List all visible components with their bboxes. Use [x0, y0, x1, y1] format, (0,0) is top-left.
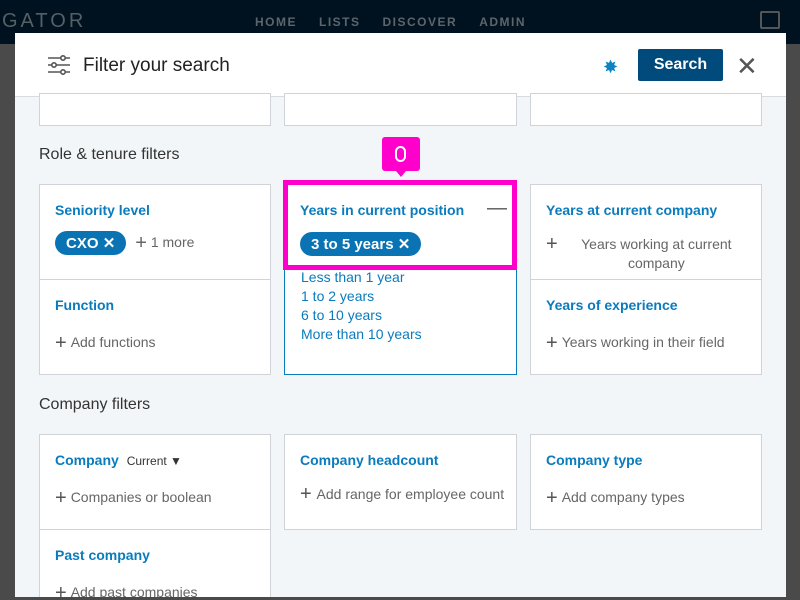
card-title: Company Current ▼ [55, 452, 182, 468]
filter-chip[interactable]: CXO ✕ [55, 231, 127, 255]
placeholder: Years working in their field [561, 334, 725, 350]
placeholder: Add functions [70, 334, 156, 350]
filter-card-partial[interactable] [284, 93, 517, 126]
filter-card-partial[interactable] [39, 93, 271, 126]
card-title: Company headcount [300, 452, 439, 468]
nav-discover[interactable]: DISCOVER [383, 15, 458, 29]
loading-spinner-icon: ✸ [603, 57, 619, 77]
section-title: Company filters [39, 396, 151, 413]
nav-home[interactable]: HOME [255, 15, 297, 29]
plus-icon: + [55, 332, 67, 354]
cursor-marker [382, 137, 420, 177]
more-label: 1 more [150, 233, 195, 250]
company-scope-dropdown[interactable]: Current ▼ [127, 454, 182, 468]
nav-admin[interactable]: ADMIN [479, 15, 526, 29]
plus-icon: + [546, 487, 558, 509]
option-item[interactable]: 1 to 2 years [301, 287, 422, 306]
filter-modal: Filter your search ✸ Search ✕ Role & ten… [15, 33, 786, 597]
company-card[interactable]: Company Current ▼ + Companies or boolean [39, 434, 271, 530]
modal-header: Filter your search ✸ Search ✕ [15, 33, 786, 97]
placeholder: Companies or boolean [70, 489, 212, 505]
company-type-card[interactable]: Company type + Add company types [530, 434, 762, 530]
remove-icon[interactable]: ✕ [103, 235, 116, 252]
filter-card-partial[interactable] [530, 93, 762, 126]
card-title: Years at current company [546, 202, 718, 218]
plus-icon: + [300, 483, 312, 505]
placeholder: Years working at current company [581, 236, 732, 271]
modal-title: Filter your search [83, 55, 230, 76]
add-experience[interactable]: + Years working in their field [546, 332, 725, 355]
section-title: Role & tenure filters [39, 146, 180, 163]
title-label: Company [55, 452, 119, 468]
years-company-card[interactable]: Years at current company + Years working … [530, 184, 762, 280]
add-company-types[interactable]: + Add company types [546, 487, 685, 510]
placeholder: Add past companies [70, 584, 198, 597]
card-title: Company type [546, 452, 643, 468]
add-years-company[interactable]: + Years working at current company [546, 233, 751, 273]
mouse-icon [395, 146, 406, 162]
add-functions[interactable]: + Add functions [55, 332, 156, 355]
dropdown-label: Current [126, 454, 167, 468]
option-item[interactable]: Less than 1 year [301, 268, 422, 287]
placeholder: Add company types [561, 489, 685, 505]
headcount-card[interactable]: Company headcount + Add range for employe… [284, 434, 517, 530]
more-link[interactable]: + 1 more [135, 232, 194, 255]
plus-icon: + [55, 582, 67, 597]
seniority-card[interactable]: Seniority level CXO ✕ + 1 more [39, 184, 271, 280]
plus-icon: + [55, 487, 67, 509]
past-company-card[interactable]: Past company + Add past companies [39, 529, 271, 597]
chip-label: CXO [66, 235, 99, 252]
add-past-companies[interactable]: + Add past companies [55, 582, 198, 597]
function-card[interactable]: Function + Add functions [39, 279, 271, 375]
option-item[interactable]: 6 to 10 years [301, 306, 422, 325]
search-button[interactable]: Search [638, 49, 723, 81]
card-title: Seniority level [55, 202, 150, 218]
nav-lists[interactable]: LISTS [319, 15, 361, 29]
messages-icon[interactable] [760, 11, 780, 29]
placeholder: Add range for employee count [316, 486, 505, 502]
card-title: Years of experience [546, 297, 678, 313]
option-item[interactable]: More than 10 years [301, 325, 422, 344]
highlight-box [283, 180, 517, 270]
card-title: Past company [55, 547, 150, 563]
plus-icon: + [546, 233, 558, 255]
card-title: Function [55, 297, 115, 313]
add-headcount[interactable]: + Add range for employee count [300, 483, 505, 505]
brand-logo: GATOR [2, 10, 87, 32]
add-companies[interactable]: + Companies or boolean [55, 487, 212, 510]
plus-icon: + [546, 332, 558, 354]
experience-card[interactable]: Years of experience + Years working in th… [530, 279, 762, 375]
caret-down-icon: ▼ [170, 454, 182, 468]
sliders-icon [48, 55, 70, 75]
close-icon[interactable]: ✕ [736, 51, 758, 82]
